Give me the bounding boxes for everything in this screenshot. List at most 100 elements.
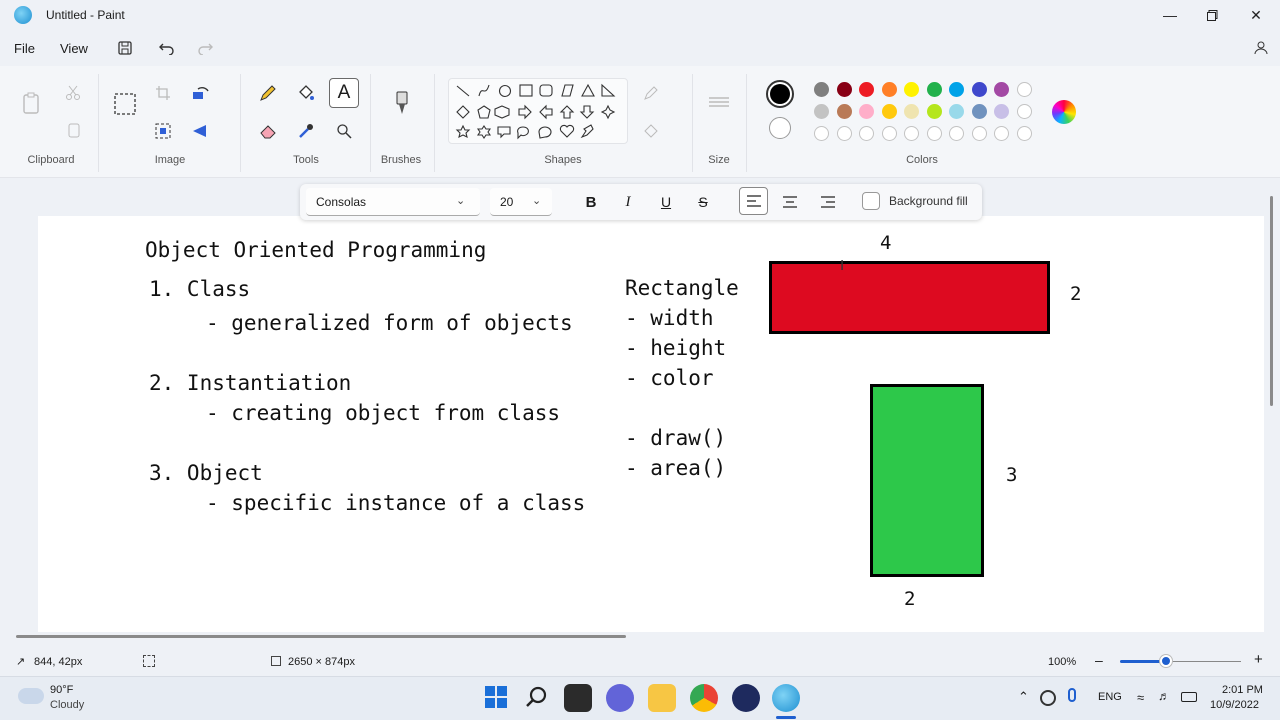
- custom-color-slot[interactable]: [881, 126, 897, 141]
- font-family-select[interactable]: Consolas ⌄: [306, 188, 480, 216]
- eraser-icon[interactable]: [257, 120, 279, 142]
- italic-icon[interactable]: I: [617, 191, 639, 213]
- palette-color-swatch[interactable]: [836, 104, 852, 119]
- copy-icon[interactable]: [62, 120, 84, 142]
- align-right-icon[interactable]: [817, 191, 839, 213]
- rotate-icon[interactable]: [190, 82, 212, 104]
- bold-icon[interactable]: B: [580, 191, 602, 213]
- palette-color-swatch[interactable]: [814, 82, 829, 97]
- volume-icon[interactable]: ♬: [1158, 689, 1170, 703]
- chevron-up-icon[interactable]: ⌃: [1018, 689, 1029, 705]
- brush-icon[interactable]: [391, 91, 413, 114]
- weather-condition[interactable]: Cloudy: [50, 699, 84, 711]
- maximize-button[interactable]: [1190, 0, 1234, 30]
- canvas-text-line[interactable]: 2. Instantiation: [149, 371, 351, 395]
- custom-color-slot[interactable]: [949, 126, 964, 141]
- canvas-text-line[interactable]: - color: [625, 366, 714, 390]
- green-rect-width-label[interactable]: 2: [904, 588, 915, 610]
- clock-date[interactable]: 10/9/2022: [1210, 699, 1259, 711]
- palette-color-swatch[interactable]: [859, 82, 874, 97]
- palette-color-swatch[interactable]: [859, 104, 874, 119]
- crop-icon[interactable]: [152, 82, 174, 104]
- menu-view[interactable]: View: [60, 41, 88, 56]
- horizontal-scrollbar[interactable]: [16, 635, 626, 638]
- menu-file[interactable]: File: [14, 41, 35, 56]
- palette-color-swatch[interactable]: [994, 104, 1009, 119]
- account-icon[interactable]: [1250, 38, 1270, 58]
- custom-color-slot[interactable]: [814, 126, 829, 141]
- undo-icon[interactable]: [157, 38, 177, 58]
- font-size-select[interactable]: 20 ⌄: [490, 188, 552, 216]
- minimize-button[interactable]: —: [1148, 0, 1192, 30]
- file-explorer-icon[interactable]: [648, 684, 676, 712]
- canvas-text-line[interactable]: - creating object from class: [206, 401, 560, 425]
- microphone-icon[interactable]: [1068, 688, 1076, 702]
- palette-color-swatch[interactable]: [904, 82, 919, 97]
- fill-bucket-icon[interactable]: [295, 82, 317, 104]
- wifi-icon[interactable]: ≈: [1137, 690, 1144, 705]
- custom-color-slot[interactable]: [994, 126, 1009, 141]
- zoom-slider-track[interactable]: [1166, 661, 1241, 662]
- green-rectangle-shape[interactable]: [870, 384, 984, 577]
- palette-color-swatch[interactable]: [926, 104, 942, 119]
- canvas-text-line[interactable]: - draw(): [625, 426, 726, 450]
- red-rect-width-label[interactable]: 4: [880, 232, 891, 254]
- outline-icon[interactable]: [640, 82, 662, 104]
- redo-icon[interactable]: [195, 38, 215, 58]
- sync-icon[interactable]: [1040, 690, 1056, 706]
- background-fill-checkbox[interactable]: [862, 192, 880, 210]
- palette-color-swatch[interactable]: [836, 82, 852, 97]
- pencil-icon[interactable]: [257, 82, 279, 104]
- language-indicator[interactable]: ENG: [1098, 691, 1122, 703]
- underline-icon[interactable]: U: [655, 191, 677, 213]
- palette-color-swatch[interactable]: [926, 82, 942, 97]
- palette-color-swatch[interactable]: [971, 82, 987, 97]
- eclipse-icon[interactable]: [732, 684, 760, 712]
- custom-color-slot[interactable]: [1016, 82, 1032, 97]
- close-button[interactable]: ✕: [1234, 0, 1278, 30]
- magnifier-icon[interactable]: [333, 120, 355, 142]
- canvas-text-line[interactable]: - area(): [625, 456, 726, 480]
- size-icon[interactable]: [708, 92, 730, 114]
- flip-icon[interactable]: [190, 120, 212, 142]
- custom-color-slot[interactable]: [926, 126, 942, 141]
- canvas-text-rectangle[interactable]: Rectangle: [625, 276, 739, 300]
- palette-color-swatch[interactable]: [814, 104, 829, 119]
- zoom-out-button[interactable]: –: [1095, 652, 1103, 668]
- canvas-text-line[interactable]: - height: [625, 336, 726, 360]
- custom-color-slot[interactable]: [836, 126, 852, 141]
- canvas-text-line[interactable]: - specific instance of a class: [206, 491, 585, 515]
- palette-color-swatch[interactable]: [949, 104, 964, 119]
- custom-color-slot[interactable]: [859, 126, 874, 141]
- search-icon[interactable]: [526, 686, 548, 713]
- color-picker-icon[interactable]: [295, 120, 317, 142]
- canvas-text-line[interactable]: - generalized form of objects: [206, 311, 573, 335]
- custom-color-slot[interactable]: [904, 126, 919, 141]
- resize-icon[interactable]: [152, 120, 174, 142]
- custom-color-slot[interactable]: [971, 126, 987, 141]
- weather-temp[interactable]: 90°F: [50, 684, 73, 696]
- cut-icon[interactable]: [62, 82, 84, 104]
- custom-color-slot[interactable]: [1016, 126, 1032, 141]
- zoom-in-button[interactable]: +: [1254, 651, 1263, 668]
- vertical-scrollbar[interactable]: [1270, 196, 1273, 406]
- palette-color-swatch[interactable]: [904, 104, 919, 119]
- custom-color-slot[interactable]: [1016, 104, 1032, 119]
- palette-color-swatch[interactable]: [971, 104, 987, 119]
- text-tool-icon[interactable]: A: [329, 78, 359, 108]
- primary-color-swatch[interactable]: [766, 80, 794, 108]
- shape-fill-icon[interactable]: [640, 120, 662, 142]
- palette-color-swatch[interactable]: [881, 104, 897, 119]
- select-icon[interactable]: [114, 93, 136, 115]
- task-view-icon[interactable]: [564, 684, 592, 712]
- green-rect-height-label[interactable]: 3: [1006, 464, 1017, 486]
- chat-icon[interactable]: [606, 684, 634, 712]
- palette-color-swatch[interactable]: [994, 82, 1009, 97]
- battery-icon[interactable]: [1181, 692, 1197, 702]
- red-rect-height-label[interactable]: 2: [1070, 283, 1081, 305]
- canvas-text-title[interactable]: Object Oriented Programming: [145, 238, 486, 262]
- canvas-text-line[interactable]: 3. Object: [149, 461, 263, 485]
- shapes-gallery[interactable]: [448, 78, 628, 144]
- palette-color-swatch[interactable]: [881, 82, 897, 97]
- paint-taskbar-icon[interactable]: [772, 684, 800, 712]
